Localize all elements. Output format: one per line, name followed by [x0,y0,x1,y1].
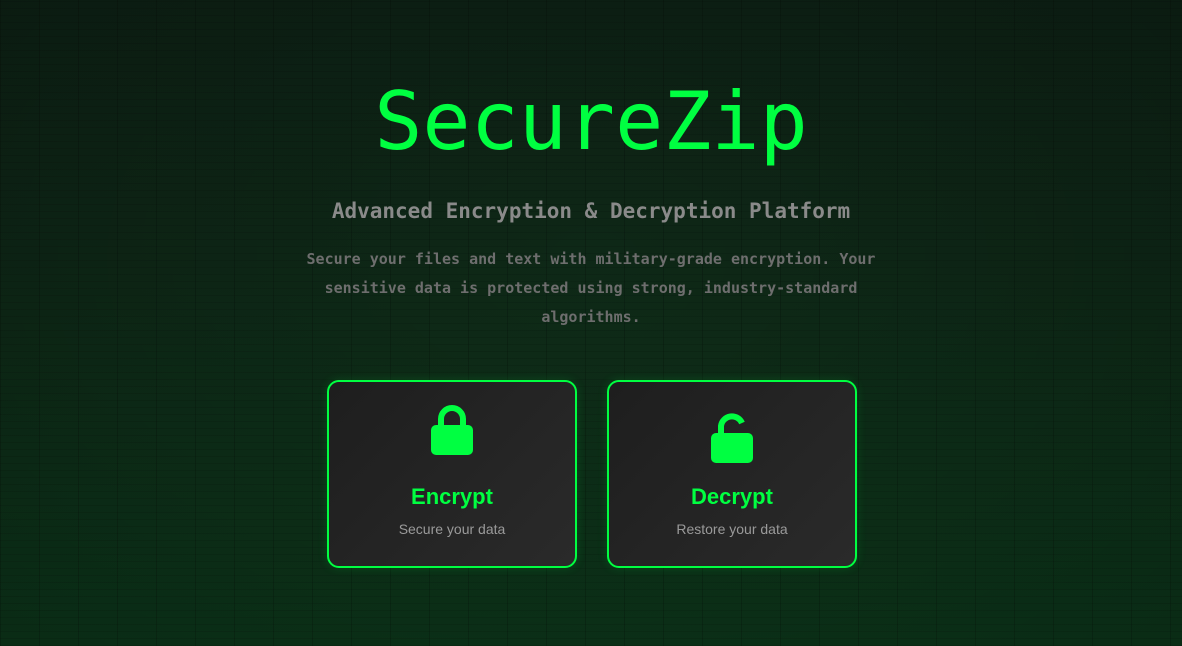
lock-open-icon [609,412,855,464]
app-title: SecureZip [374,75,808,168]
encrypt-card-button[interactable]: Encrypt Secure your data [327,380,577,568]
decrypt-label: Decrypt [691,484,773,509]
encrypt-label: Encrypt [411,484,493,509]
decrypt-card-button[interactable]: Decrypt Restore your data [607,380,857,568]
app-description: Secure your files and text with military… [306,250,876,326]
decrypt-sublabel: Restore your data [676,521,788,537]
encrypt-sublabel: Secure your data [398,521,506,537]
app-subtitle: Advanced Encryption & Decryption Platfor… [331,199,851,223]
lock-closed-icon [329,404,575,456]
